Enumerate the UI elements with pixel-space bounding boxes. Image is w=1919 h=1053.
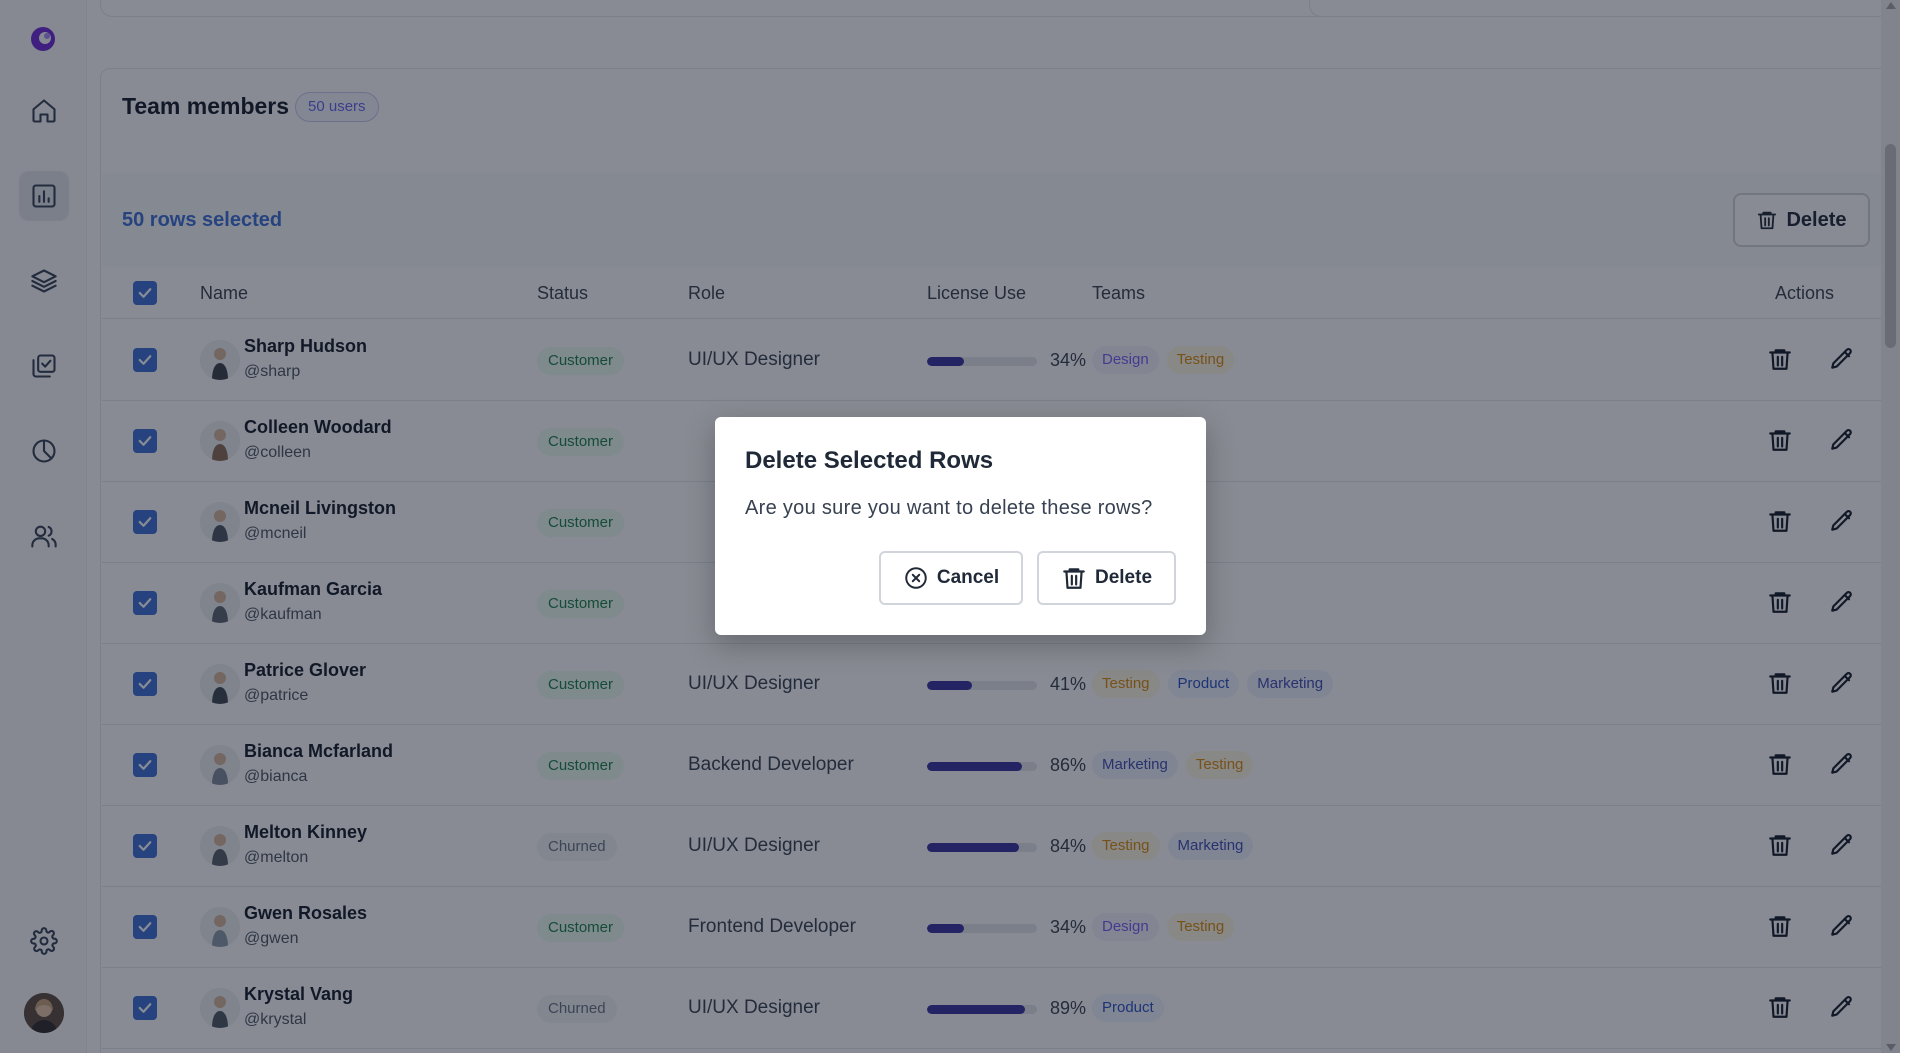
delete-confirm-dialog: Delete Selected Rows Are you sure you wa… — [715, 417, 1206, 635]
trash-icon — [1063, 568, 1085, 589]
confirm-delete-label: Delete — [1094, 567, 1153, 588]
confirm-delete-button[interactable]: Delete — [1037, 551, 1176, 605]
close-circle-icon — [905, 567, 927, 589]
cancel-button[interactable]: Cancel — [879, 551, 1023, 605]
cancel-label: Cancel — [936, 567, 1000, 588]
dialog-title: Delete Selected Rows — [745, 447, 994, 474]
dialog-message: Are you sure you want to delete these ro… — [745, 497, 1153, 519]
